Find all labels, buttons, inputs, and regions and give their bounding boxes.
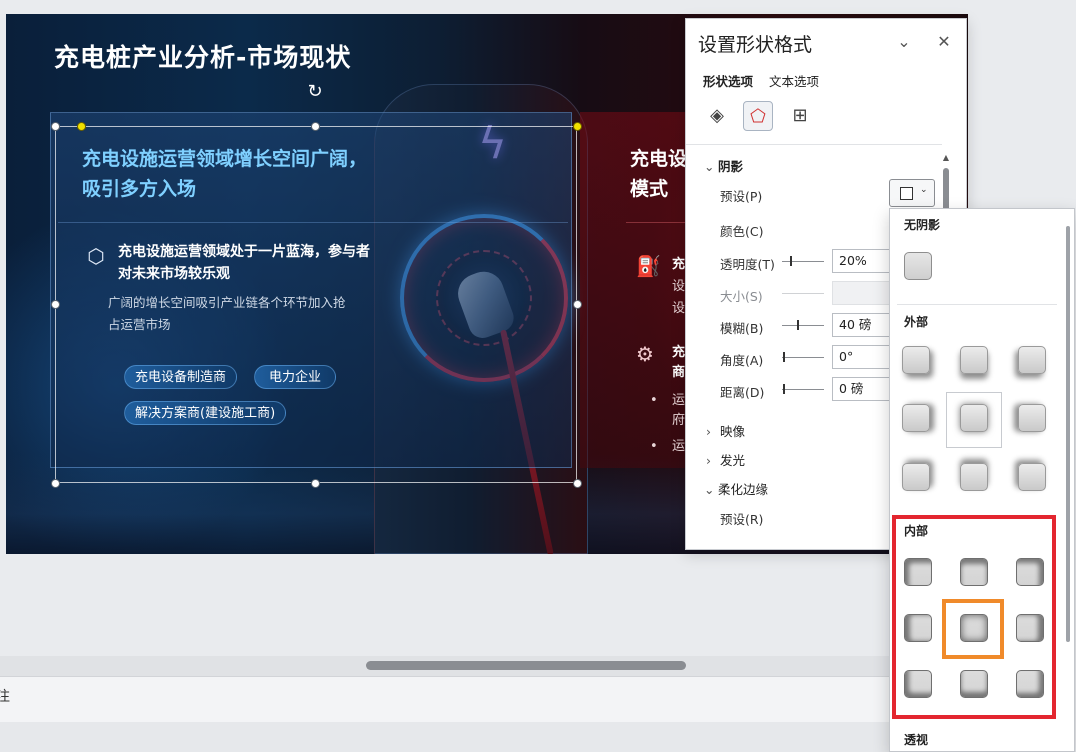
angle-slider[interactable] (782, 357, 824, 358)
preset-outer-7[interactable] (902, 463, 930, 491)
shadow-preset-dropdown[interactable]: ⌄ (889, 179, 935, 207)
pane-title: 设置形状格式 (698, 34, 813, 56)
chevron-down-icon: ⌄ (920, 185, 928, 195)
right-bullet2[interactable]: 运 (672, 436, 685, 458)
section-reflection[interactable]: › 映像 (706, 421, 745, 440)
status-bar (0, 722, 890, 752)
transparency-slider-thumb[interactable] (790, 256, 792, 266)
preset-outer-9[interactable] (1018, 463, 1046, 491)
size-input (832, 281, 892, 305)
preset-outer-6[interactable] (1018, 404, 1046, 432)
preset-outer-1[interactable] (902, 346, 930, 374)
resize-handle-top[interactable] (311, 122, 320, 131)
resize-handle-top-left[interactable] (51, 122, 60, 131)
gallery-heading-outer: 外部 (904, 315, 929, 329)
pentagon-effects-icon[interactable]: ⬠ (743, 101, 773, 131)
powerpoint-window: 充电桩产业分析-市场现状 ϟ 充电设施运营领域增长空间广阔，吸引多方入场 ⬡ 充… (0, 0, 1076, 752)
shadow-transparency-label: 透明度(T) (720, 257, 775, 272)
gallery-divider (897, 304, 1057, 305)
section-soft-edges-label: 柔化边缘 (718, 482, 769, 497)
shadow-color-label: 颜色(C) (720, 224, 764, 239)
hand-gear-icon: ⚙ (636, 342, 654, 366)
shadow-distance-label: 距离(D) (720, 385, 765, 400)
resize-handle-bottom-right[interactable] (573, 479, 582, 488)
size-slider (782, 293, 824, 294)
preset-outer-5[interactable] (960, 404, 988, 432)
right-panel-title-line1[interactable]: 充电设 (630, 144, 690, 174)
resize-handle-left[interactable] (51, 300, 60, 309)
section-shadow[interactable]: ⌄ 阴影 (704, 156, 743, 175)
bullet-dot: • (650, 439, 658, 454)
chevron-right-icon: › (706, 453, 711, 468)
horizontal-scrollbar[interactable] (366, 661, 686, 670)
right-item1-line2[interactable]: 设 (672, 298, 685, 320)
chevron-down-icon: ⌄ (704, 482, 715, 497)
section-soft-edges[interactable]: ⌄ 柔化边缘 (704, 479, 768, 498)
chevron-down-icon: ⌄ (704, 159, 715, 174)
resize-handle-bottom-left[interactable] (51, 479, 60, 488)
tab-shape-options[interactable]: 形状选项 (703, 71, 753, 90)
distance-slider[interactable] (782, 389, 824, 390)
adjust-handle-right[interactable] (573, 122, 582, 131)
angle-input[interactable]: 0° (832, 345, 892, 369)
resize-handle-right[interactable] (573, 300, 582, 309)
charger-station-icon: ⛽ (636, 254, 661, 278)
gallery-heading-perspective: 透视 (904, 733, 929, 747)
transparency-slider[interactable] (782, 261, 824, 262)
resize-handle-bottom[interactable] (311, 479, 320, 488)
blur-input[interactable]: 40 磅 (832, 313, 892, 337)
fill-bucket-icon[interactable]: ◈ (702, 101, 732, 131)
size-layout-icon[interactable]: ⊞ (785, 101, 815, 131)
notes-pane[interactable] (0, 676, 890, 722)
bullet-dot: • (650, 393, 658, 408)
right-item1-head[interactable]: 充 (672, 254, 685, 276)
shape-selection-frame (55, 126, 577, 483)
shadow-preset-label: 预设(P) (720, 189, 763, 204)
soft-edges-preset-label: 预设(R) (720, 512, 764, 527)
notes-label: 注 (0, 689, 10, 705)
shadow-angle-label: 角度(A) (720, 353, 764, 368)
shadow-blur-label: 模糊(B) (720, 321, 764, 336)
right-panel-title-line2[interactable]: 模式 (630, 174, 690, 204)
chevron-right-icon: › (706, 424, 711, 439)
right-bullet1[interactable]: 运 (672, 390, 685, 412)
preset-no-shadow[interactable] (904, 252, 932, 280)
section-glow[interactable]: › 发光 (706, 450, 745, 469)
selected-preset-highlight (942, 599, 1004, 659)
close-icon[interactable]: ✕ (934, 32, 954, 52)
chevron-down-icon[interactable]: ⌄ (894, 32, 914, 52)
preset-outer-3[interactable] (1018, 346, 1046, 374)
square-icon (900, 187, 913, 200)
scroll-up-icon[interactable]: ▲ (942, 154, 950, 162)
tab-text-options[interactable]: 文本选项 (769, 71, 819, 90)
right-item2-head-line1[interactable]: 充 (672, 342, 685, 364)
angle-slider-thumb[interactable] (783, 352, 785, 362)
pane-divider (686, 144, 942, 145)
adjust-handle-left[interactable] (77, 122, 86, 131)
shadow-size-label: 大小(S) (720, 289, 763, 304)
distance-slider-thumb[interactable] (783, 384, 785, 394)
gallery-heading-no-shadow: 无阴影 (904, 218, 941, 232)
preset-outer-4[interactable] (902, 404, 930, 432)
right-bullet1-cont[interactable]: 府 (672, 410, 685, 432)
preset-outer-2[interactable] (960, 346, 988, 374)
transparency-input[interactable]: 20% (832, 249, 892, 273)
distance-input[interactable]: 0 磅 (832, 377, 892, 401)
section-reflection-label: 映像 (720, 424, 746, 439)
blur-slider-thumb[interactable] (797, 320, 799, 330)
gallery-scrollbar[interactable] (1066, 226, 1070, 642)
section-glow-label: 发光 (720, 453, 746, 468)
right-item1-line1[interactable]: 设 (672, 276, 685, 298)
preset-outer-8[interactable] (960, 463, 988, 491)
right-item2-head-line2[interactable]: 商 (672, 362, 685, 384)
rotate-handle-icon[interactable]: ↻ (305, 82, 325, 102)
section-shadow-label: 阴影 (718, 159, 744, 174)
blur-slider[interactable] (782, 325, 824, 326)
slide-title[interactable]: 充电桩产业分析-市场现状 (54, 38, 351, 74)
